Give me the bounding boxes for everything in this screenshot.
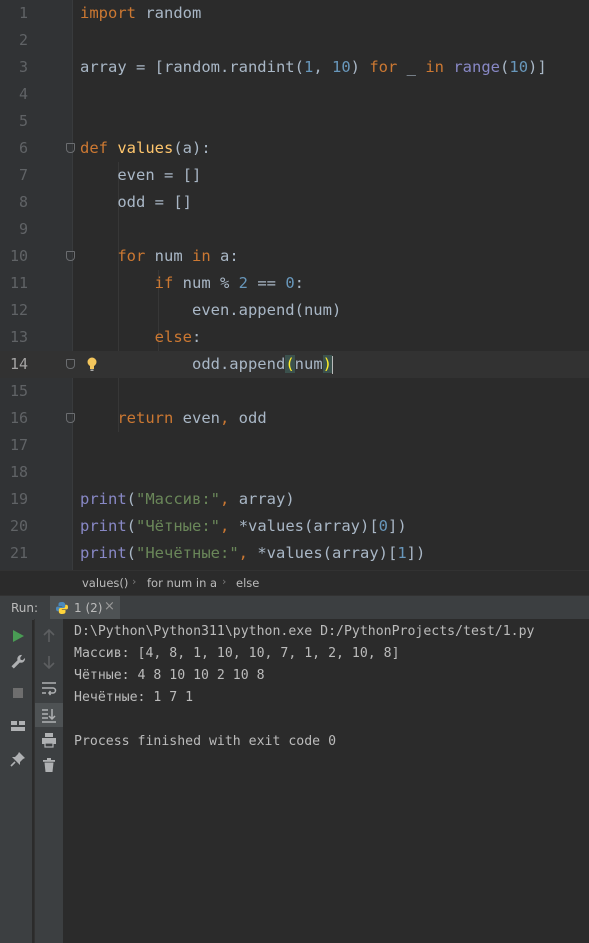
fold-marker-icon[interactable]: [66, 143, 75, 153]
fold-marker-icon[interactable]: [66, 251, 75, 261]
stop-icon[interactable]: [8, 683, 28, 703]
line-number: 7: [18, 166, 28, 184]
code-line[interactable]: 3 array = [random.randint(1, 10) for _ i…: [0, 54, 589, 81]
code-text: for num in a:: [117, 247, 239, 265]
fold-marker-icon[interactable]: [66, 359, 75, 369]
line-number: 2: [18, 31, 28, 49]
line-number: 18: [9, 463, 28, 481]
code-text: def values(a):: [80, 139, 211, 157]
code-text: print("Массив:", array): [80, 490, 295, 508]
code-line[interactable]: 7 even = []: [0, 162, 589, 189]
line-number: 13: [9, 328, 28, 346]
run-console-output[interactable]: D:\Python\Python311\python.exe D:/Python…: [63, 619, 589, 943]
breadcrumb-item[interactable]: values(): [82, 576, 128, 590]
code-line[interactable]: 20 print("Чётные:", *values(array)[0]): [0, 513, 589, 540]
code-line-current[interactable]: 14 odd.append(num): [0, 351, 589, 378]
fold-marker-icon[interactable]: [66, 413, 75, 423]
code-line[interactable]: 1 import random: [0, 0, 589, 27]
soft-wrap-icon[interactable]: [39, 678, 59, 698]
breadcrumb-item[interactable]: else: [236, 576, 259, 590]
code-line[interactable]: 5: [0, 108, 589, 135]
line-number: 21: [9, 544, 28, 562]
code-text: even = []: [80, 166, 202, 184]
console-line: Process finished with exit code 0: [74, 734, 337, 749]
code-text: even.append(num): [80, 301, 342, 319]
line-number: 8: [18, 193, 28, 211]
code-line[interactable]: 19 print("Массив:", array): [0, 486, 589, 513]
breadcrumb-item[interactable]: for num in a: [147, 576, 217, 590]
code-text: return even, odd: [117, 409, 267, 427]
code-line[interactable]: 15: [0, 378, 589, 405]
scroll-to-end-toggle[interactable]: [35, 703, 63, 727]
code-text: if num % 2 == 0:: [154, 274, 305, 292]
code-text: odd = []: [80, 193, 192, 211]
wrench-icon[interactable]: [8, 652, 28, 672]
pin-icon[interactable]: [8, 749, 28, 769]
code-text: print("Нечётные:", *values(array)[1]): [80, 544, 426, 562]
line-number: 16: [9, 409, 28, 427]
print-icon[interactable]: [39, 730, 59, 750]
close-icon[interactable]: ×: [104, 599, 115, 614]
trash-icon[interactable]: [39, 755, 59, 775]
console-line: Массив: [4, 8, 1, 10, 10, 7, 1, 2, 10, 8…: [74, 646, 400, 661]
code-line[interactable]: 21 print("Нечётные:", *values(array)[1]): [0, 540, 589, 567]
code-line[interactable]: 18: [0, 459, 589, 486]
up-arrow-icon[interactable]: [39, 626, 59, 646]
line-number: 19: [9, 490, 28, 508]
breadcrumb: values() › for num in a › else: [0, 570, 589, 596]
code-text: else:: [154, 328, 202, 346]
down-arrow-icon[interactable]: [39, 652, 59, 672]
code-line[interactable]: 11 if num % 2 == 0:: [0, 270, 589, 297]
code-line[interactable]: 9: [0, 216, 589, 243]
line-number: 20: [9, 517, 28, 535]
run-tab[interactable]: 1 (2) ×: [50, 596, 120, 620]
run-toolbar-secondary: [34, 619, 63, 943]
run-panel-header: Run: 1 (2) ×: [0, 595, 589, 620]
code-line[interactable]: 13 else:: [0, 324, 589, 351]
code-line[interactable]: 6 def values(a):: [0, 135, 589, 162]
line-number: 11: [9, 274, 28, 292]
text-caret: [332, 355, 333, 374]
code-line[interactable]: 10 for num in a:: [0, 243, 589, 270]
chevron-right-icon: ›: [132, 575, 137, 588]
console-line: Чётные: 4 8 10 10 2 10 8: [74, 668, 265, 683]
code-text: odd.append(num): [80, 355, 333, 374]
code-text: array = [random.randint(1, 10) for _ in …: [80, 58, 547, 76]
code-editor[interactable]: 1 import random 2 3 array = [random.rand…: [0, 0, 589, 570]
console-line: D:\Python\Python311\python.exe D:/Python…: [74, 624, 535, 639]
chevron-right-icon: ›: [222, 575, 227, 588]
python-icon: [56, 602, 68, 614]
code-text: print("Чётные:", *values(array)[0]): [80, 517, 407, 535]
line-number: 3: [18, 58, 28, 76]
scroll-to-end-icon: [42, 709, 56, 723]
code-line[interactable]: 2: [0, 27, 589, 54]
line-number: 4: [18, 85, 28, 103]
line-number: 17: [9, 436, 28, 454]
code-line[interactable]: 16 return even, odd: [0, 405, 589, 432]
line-number: 15: [9, 382, 28, 400]
run-icon[interactable]: [8, 626, 28, 646]
line-number: 5: [18, 112, 28, 130]
line-number: 12: [9, 301, 28, 319]
console-line: Нечётные: 1 7 1: [74, 690, 194, 705]
run-toolbar-primary: [0, 619, 32, 943]
run-label: Run:: [11, 601, 39, 615]
code-text: import random: [80, 4, 202, 22]
code-line[interactable]: 8 odd = []: [0, 189, 589, 216]
layout-icon[interactable]: [8, 716, 28, 736]
line-number: 9: [18, 220, 28, 238]
line-number: 10: [9, 247, 28, 265]
code-line[interactable]: 17: [0, 432, 589, 459]
run-tab-label: 1 (2): [74, 601, 103, 615]
code-line[interactable]: 12 even.append(num): [0, 297, 589, 324]
line-number: 1: [18, 4, 28, 22]
line-number: 6: [18, 139, 28, 157]
code-line[interactable]: 4: [0, 81, 589, 108]
line-number: 14: [9, 355, 28, 373]
